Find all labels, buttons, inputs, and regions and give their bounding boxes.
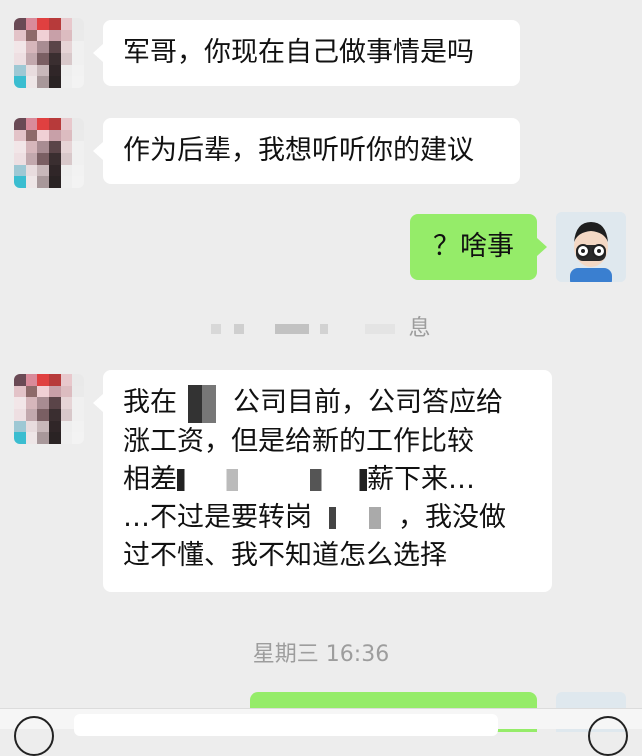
- message-text: 作为后辈，我想听听你的建议: [123, 135, 474, 166]
- message-bubble-2[interactable]: 作为后辈，我想听听你的建议: [93, 118, 520, 184]
- message-bubble-4[interactable]: 我在 公司目前，公司答应给 涨工资，但是给新的工作比较 相差 薪下来… …不过是要转…: [93, 370, 552, 592]
- system-notice: 息: [0, 310, 642, 342]
- message-text: ？啥事: [433, 231, 514, 262]
- message-bubble-3[interactable]: ？啥事: [410, 214, 547, 280]
- contact-avatar[interactable]: [14, 374, 84, 444]
- contact-avatar[interactable]: [14, 118, 84, 188]
- add-icon[interactable]: [588, 716, 628, 756]
- message-line: 涨工资，但是给新的工作比较: [123, 425, 474, 457]
- cartoon-avatar-icon: [556, 212, 626, 282]
- message-line: …不过是要转岗 ，我没做: [123, 501, 506, 533]
- my-avatar[interactable]: [556, 212, 626, 282]
- voice-icon[interactable]: [14, 716, 54, 756]
- message-bubble-1[interactable]: 军哥，你现在自己做事情是吗: [93, 20, 520, 86]
- message-line: 相差 薪下来…: [123, 463, 475, 495]
- system-notice-text: 息: [408, 316, 431, 341]
- contact-avatar[interactable]: [14, 18, 84, 88]
- message-input[interactable]: [74, 714, 498, 736]
- message-line: 我在 公司目前，公司答应给: [123, 384, 532, 423]
- message-line: 过不懂、我不知道怎么选择: [123, 539, 447, 571]
- timestamp: 星期三 16:36: [252, 642, 390, 667]
- message-text: 军哥，你现在自己做事情是吗: [123, 37, 474, 68]
